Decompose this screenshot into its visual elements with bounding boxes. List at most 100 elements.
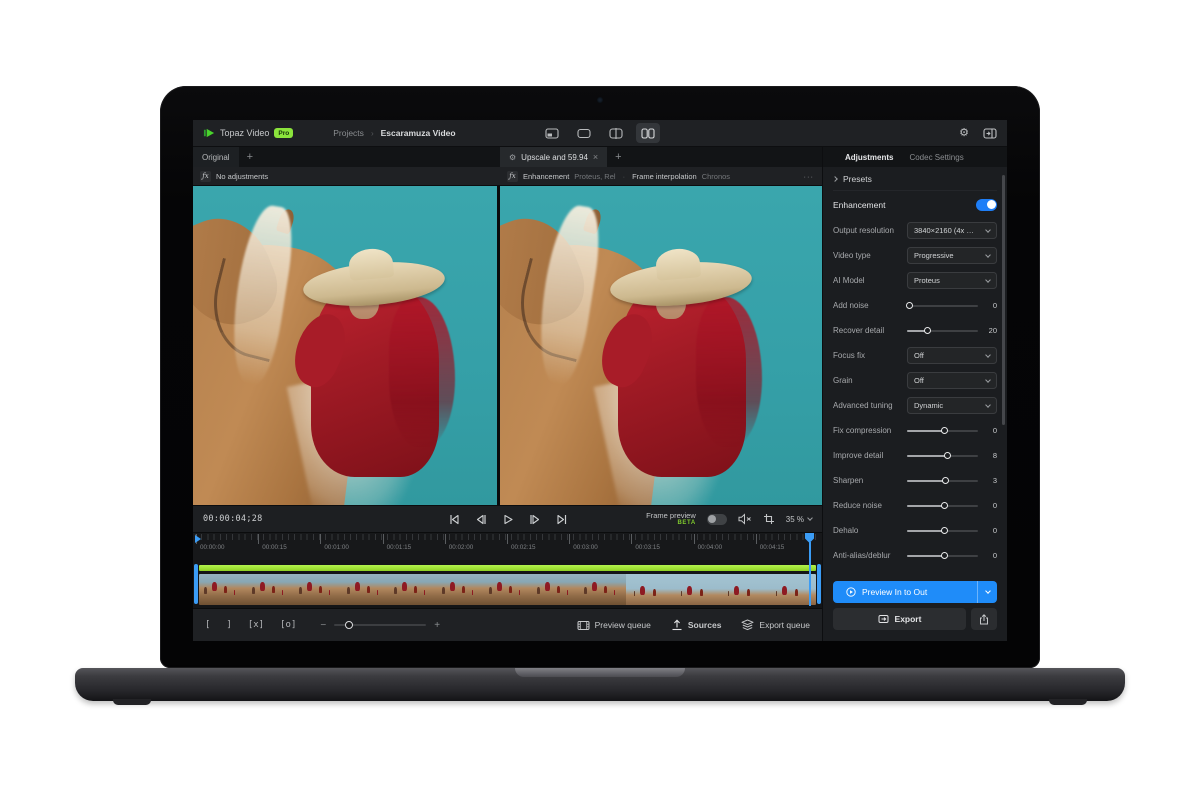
slider-track[interactable]: [907, 530, 978, 532]
filmstrip-frame[interactable]: [721, 574, 768, 605]
zoom-out-icon[interactable]: −: [320, 620, 326, 631]
close-tab-icon[interactable]: ×: [593, 152, 598, 162]
slider[interactable]: 0: [907, 426, 997, 435]
slider-value: 0: [984, 551, 997, 560]
crop-icon[interactable]: [763, 513, 775, 525]
toggle-sidebar-icon[interactable]: [983, 128, 997, 139]
enhancement-toggle[interactable]: [976, 199, 997, 211]
mute-audio-icon[interactable]: [738, 513, 752, 525]
timeline-ruler[interactable]: 00:00:0000:00:1500:01:0000:01:1500:02:00…: [193, 532, 822, 560]
settings-gear-icon[interactable]: ⚙: [959, 128, 969, 139]
dropdown[interactable]: Dynamic: [907, 397, 997, 414]
tab-adjustments[interactable]: Adjustments: [845, 153, 893, 162]
slider-knob[interactable]: [941, 502, 948, 509]
slider-knob[interactable]: [941, 552, 948, 559]
preview-button-label: Preview In to Out: [862, 587, 927, 597]
play-button[interactable]: [501, 513, 514, 526]
slider-track[interactable]: [907, 430, 978, 432]
slider[interactable]: 0: [907, 526, 997, 535]
dropdown[interactable]: 3840×2160 (4x …: [907, 222, 997, 239]
tab-gear-icon: ⚙: [509, 153, 516, 162]
slider-knob[interactable]: [906, 302, 913, 309]
slider-track[interactable]: [907, 555, 978, 557]
dropdown[interactable]: Proteus: [907, 272, 997, 289]
slider[interactable]: 8: [907, 451, 997, 460]
skip-to-end-button[interactable]: [555, 513, 568, 526]
control-row-recover-detail: Recover detail20: [833, 318, 997, 343]
view-side-by-side-icon[interactable]: [636, 123, 660, 143]
chevron-down-icon: [985, 588, 991, 594]
set-out-button[interactable]: ]: [226, 620, 231, 630]
breadcrumb-projects[interactable]: Projects: [333, 128, 364, 138]
clear-in-out-button[interactable]: [x]: [248, 620, 264, 630]
export-button[interactable]: Export: [833, 608, 966, 630]
set-in-button[interactable]: [: [205, 620, 210, 630]
playhead[interactable]: [805, 533, 814, 606]
filmstrip-frame[interactable]: [199, 574, 246, 605]
slider-track[interactable]: [907, 305, 978, 307]
view-split-icon[interactable]: [604, 123, 628, 143]
loop-in-out-button[interactable]: [o]: [280, 620, 296, 630]
slider[interactable]: 0: [907, 551, 997, 560]
preview-options-split[interactable]: [977, 581, 997, 603]
export-queue-button[interactable]: Export queue: [741, 619, 810, 631]
slider-track[interactable]: [907, 330, 978, 332]
slider[interactable]: 20: [907, 326, 997, 335]
slider-knob[interactable]: [941, 427, 948, 434]
slider-knob[interactable]: [944, 452, 951, 459]
skip-to-start-button[interactable]: [447, 513, 460, 526]
filmstrip-frame[interactable]: [531, 574, 578, 605]
slider-knob[interactable]: [924, 327, 931, 334]
filmstrip-frame[interactable]: [246, 574, 293, 605]
preview-queue-button[interactable]: Preview queue: [577, 620, 651, 631]
add-tab-right-icon[interactable]: +: [607, 151, 629, 163]
filmstrip-frame[interactable]: [389, 574, 436, 605]
slider-value: 20: [984, 326, 997, 335]
filmstrip-frame[interactable]: [484, 574, 531, 605]
presets-row[interactable]: Presets: [833, 167, 997, 191]
dropdown[interactable]: Progressive: [907, 247, 997, 264]
share-button[interactable]: [971, 608, 997, 630]
filmstrip-frame[interactable]: [341, 574, 388, 605]
slider-track[interactable]: [907, 455, 978, 457]
slider-track[interactable]: [907, 480, 978, 482]
step-forward-button[interactable]: [528, 513, 541, 526]
control-row-add-noise: Add noise0: [833, 293, 997, 318]
fx-icon[interactable]: ƒx: [507, 171, 518, 182]
slider[interactable]: 3: [907, 476, 997, 485]
filmstrip-frame[interactable]: [674, 574, 721, 605]
overflow-menu-icon[interactable]: ···: [804, 172, 815, 181]
slider-knob[interactable]: [942, 477, 949, 484]
fx-icon[interactable]: ƒx: [200, 171, 211, 182]
trim-handle-right[interactable]: [817, 564, 821, 604]
adjustments-panel: Presets Enhancement Output resolution384…: [823, 167, 1007, 641]
dropdown[interactable]: Off: [907, 347, 997, 364]
tab-upscale[interactable]: ⚙ Upscale and 59.94 ×: [500, 147, 607, 167]
slider-knob[interactable]: [941, 527, 948, 534]
slider[interactable]: 0: [907, 301, 997, 310]
filmstrip-frame[interactable]: [626, 574, 673, 605]
dropdown[interactable]: Off: [907, 372, 997, 389]
timeline-zoom-slider[interactable]: [334, 624, 426, 626]
frame-preview-toggle[interactable]: [707, 514, 727, 525]
zoom-slider-knob[interactable]: [345, 621, 353, 629]
filmstrip-frame[interactable]: [294, 574, 341, 605]
sidebar-scrollbar[interactable]: [1002, 175, 1005, 425]
step-back-button[interactable]: [474, 513, 487, 526]
slider-track[interactable]: [907, 505, 978, 507]
slider[interactable]: 0: [907, 501, 997, 510]
trim-handle-left[interactable]: [194, 564, 198, 604]
zoom-in-icon[interactable]: +: [434, 620, 440, 631]
filmstrip-frame[interactable]: [436, 574, 483, 605]
tab-codec-settings[interactable]: Codec Settings: [909, 153, 963, 162]
preview-in-to-out-button[interactable]: Preview In to Out: [833, 581, 997, 603]
sources-button[interactable]: Sources: [671, 619, 722, 631]
render-cache-bar: [199, 565, 816, 571]
tab-original[interactable]: Original: [193, 147, 239, 167]
filmstrip[interactable]: [199, 574, 816, 605]
view-single-icon[interactable]: [572, 123, 596, 143]
add-tab-left-icon[interactable]: +: [239, 151, 261, 163]
filmstrip-frame[interactable]: [579, 574, 626, 605]
zoom-level-select[interactable]: 35 %: [786, 515, 812, 524]
view-pip-icon[interactable]: [540, 123, 564, 143]
